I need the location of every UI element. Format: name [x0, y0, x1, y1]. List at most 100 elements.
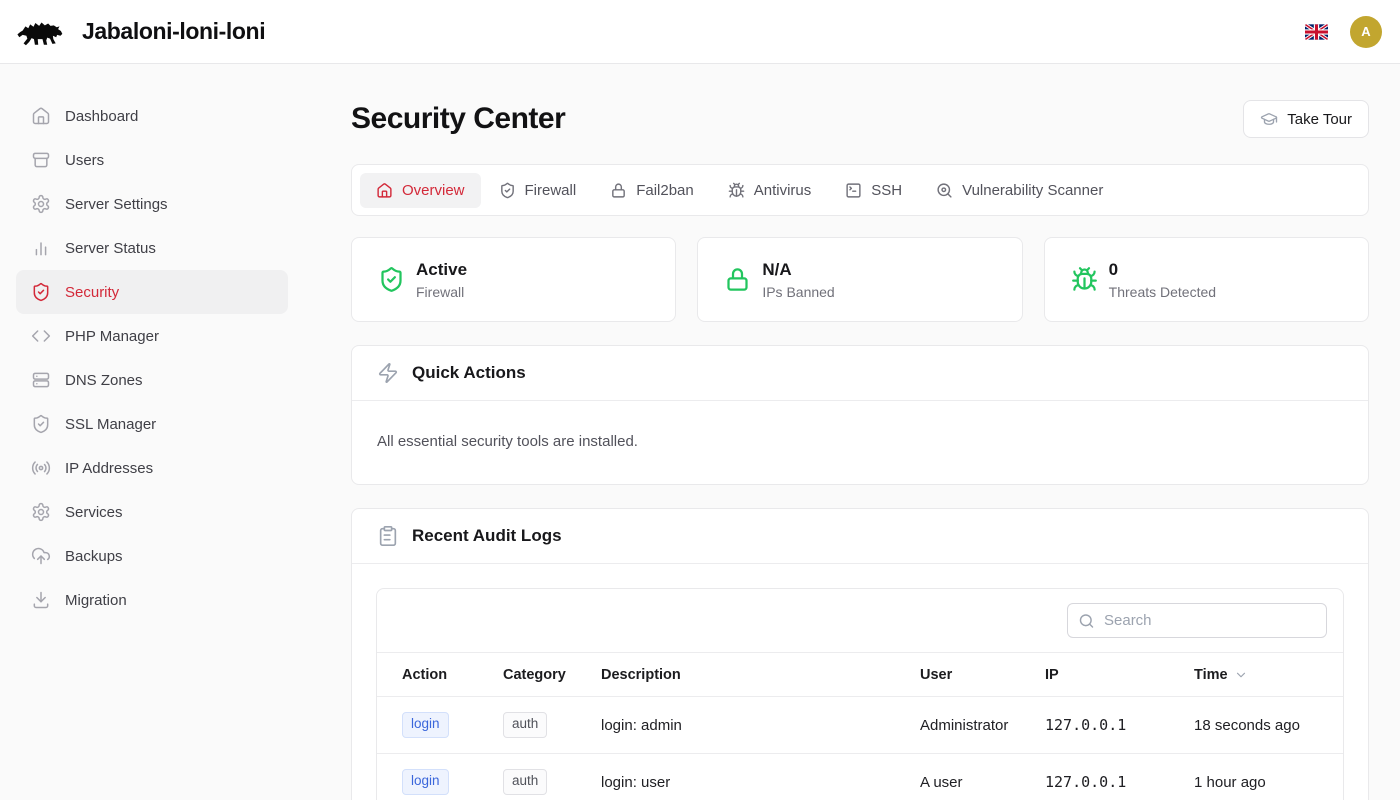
zap-icon	[377, 362, 399, 384]
main-content: Security Center Take Tour Overview Fir	[304, 64, 1400, 800]
sidebar-item-label: Services	[65, 504, 123, 521]
cloud-upload-icon	[31, 546, 51, 566]
user-avatar[interactable]: A	[1350, 16, 1382, 48]
download-icon	[31, 590, 51, 610]
sidebar-item-php-manager[interactable]: PHP Manager	[16, 314, 288, 358]
audit-table: Action Category Description User IP Time	[377, 652, 1343, 800]
stat-value: Active	[416, 260, 467, 280]
category-badge: auth	[503, 712, 547, 737]
table-row: login auth login: admin Administrator 12…	[377, 697, 1343, 754]
sidebar-item-label: Server Settings	[65, 196, 168, 213]
sidebar-item-label: Security	[65, 284, 119, 301]
sidebar-item-label: Dashboard	[65, 108, 138, 125]
gear-icon	[31, 194, 51, 214]
time-cell: 18 seconds ago	[1178, 697, 1343, 754]
shield-check-icon	[378, 266, 405, 293]
stat-label: IPs Banned	[762, 284, 834, 300]
stat-card-firewall: Active Firewall	[351, 237, 676, 322]
shield-check-icon	[31, 282, 51, 302]
sidebar-item-server-status[interactable]: Server Status	[16, 226, 288, 270]
home-icon	[376, 182, 393, 199]
sidebar-item-label: SSL Manager	[65, 416, 156, 433]
tab-firewall[interactable]: Firewall	[483, 173, 593, 208]
column-header-category[interactable]: Category	[487, 653, 585, 697]
table-header-row: Action Category Description User IP Time	[377, 653, 1343, 697]
take-tour-label: Take Tour	[1287, 111, 1352, 128]
ip-cell: 127.0.0.1	[1029, 754, 1178, 800]
sidebar: Dashboard Users Server Settings Server S…	[0, 64, 304, 800]
stat-value: 0	[1109, 260, 1216, 280]
stat-label: Firewall	[416, 284, 467, 300]
lock-icon	[610, 182, 627, 199]
language-switcher[interactable]	[1305, 24, 1328, 40]
take-tour-button[interactable]: Take Tour	[1243, 100, 1369, 138]
stat-value: N/A	[762, 260, 834, 280]
tab-overview[interactable]: Overview	[360, 173, 481, 208]
action-badge: login	[402, 769, 449, 794]
audit-search-input[interactable]	[1067, 603, 1327, 638]
sidebar-item-dns-zones[interactable]: DNS Zones	[16, 358, 288, 402]
description-cell: login: user	[585, 754, 904, 800]
bug-icon	[1071, 266, 1098, 293]
sidebar-item-backups[interactable]: Backups	[16, 534, 288, 578]
sidebar-item-ssl-manager[interactable]: SSL Manager	[16, 402, 288, 446]
status-cards: Active Firewall N/A IPs Banned 0	[351, 237, 1369, 322]
sidebar-item-label: Users	[65, 152, 104, 169]
column-header-action[interactable]: Action	[377, 653, 487, 697]
bar-chart-icon	[31, 238, 51, 258]
audit-logs-title: Recent Audit Logs	[412, 526, 562, 546]
users-icon	[31, 150, 51, 170]
time-cell: 1 hour ago	[1178, 754, 1343, 800]
shield-check-icon	[31, 414, 51, 434]
sidebar-item-migration[interactable]: Migration	[16, 578, 288, 622]
sidebar-item-security[interactable]: Security	[16, 270, 288, 314]
brand-name: Jabaloni-loni-loni	[82, 18, 265, 45]
brand[interactable]: Jabaloni-loni-loni	[16, 14, 265, 50]
column-header-user[interactable]: User	[904, 653, 1029, 697]
stat-card-threats: 0 Threats Detected	[1044, 237, 1369, 322]
column-header-ip[interactable]: IP	[1029, 653, 1178, 697]
sidebar-item-label: IP Addresses	[65, 460, 153, 477]
sidebar-item-label: Migration	[65, 592, 127, 609]
audit-table-card: Action Category Description User IP Time	[376, 588, 1344, 800]
clipboard-list-icon	[377, 525, 399, 547]
boar-logo-icon	[16, 14, 68, 50]
user-cell: A user	[904, 754, 1029, 800]
home-icon	[31, 106, 51, 126]
quick-actions-message: All essential security tools are install…	[377, 425, 1343, 456]
uk-flag-icon	[1305, 24, 1328, 40]
stat-label: Threats Detected	[1109, 284, 1216, 300]
security-tabs: Overview Firewall Fail2ban Antivirus	[351, 164, 1369, 216]
quick-actions-title: Quick Actions	[412, 363, 526, 383]
sidebar-item-label: Server Status	[65, 240, 156, 257]
quick-actions-panel: Quick Actions All essential security too…	[351, 345, 1369, 485]
sidebar-item-server-settings[interactable]: Server Settings	[16, 182, 288, 226]
tab-ssh[interactable]: SSH	[829, 173, 918, 208]
lock-icon	[724, 266, 751, 293]
description-cell: login: admin	[585, 697, 904, 754]
column-header-description[interactable]: Description	[585, 653, 904, 697]
tab-fail2ban[interactable]: Fail2ban	[594, 173, 710, 208]
avatar-letter: A	[1361, 24, 1370, 39]
category-badge: auth	[503, 769, 547, 794]
action-badge: login	[402, 712, 449, 737]
sidebar-item-services[interactable]: Services	[16, 490, 288, 534]
gear-icon	[31, 502, 51, 522]
shield-check-icon	[499, 182, 516, 199]
sidebar-item-ip-addresses[interactable]: IP Addresses	[16, 446, 288, 490]
tab-label: Overview	[402, 182, 465, 199]
bug-icon	[728, 182, 745, 199]
search-box	[1067, 603, 1327, 638]
stat-card-ips-banned: N/A IPs Banned	[697, 237, 1022, 322]
terminal-icon	[845, 182, 862, 199]
tab-label: Fail2ban	[636, 182, 694, 199]
server-icon	[31, 370, 51, 390]
tab-label: Firewall	[525, 182, 577, 199]
scan-search-icon	[936, 182, 953, 199]
column-header-time[interactable]: Time	[1178, 653, 1343, 697]
sidebar-item-dashboard[interactable]: Dashboard	[16, 94, 288, 138]
tab-vulnerability-scanner[interactable]: Vulnerability Scanner	[920, 173, 1119, 208]
sidebar-item-users[interactable]: Users	[16, 138, 288, 182]
tab-antivirus[interactable]: Antivirus	[712, 173, 828, 208]
radio-icon	[31, 458, 51, 478]
